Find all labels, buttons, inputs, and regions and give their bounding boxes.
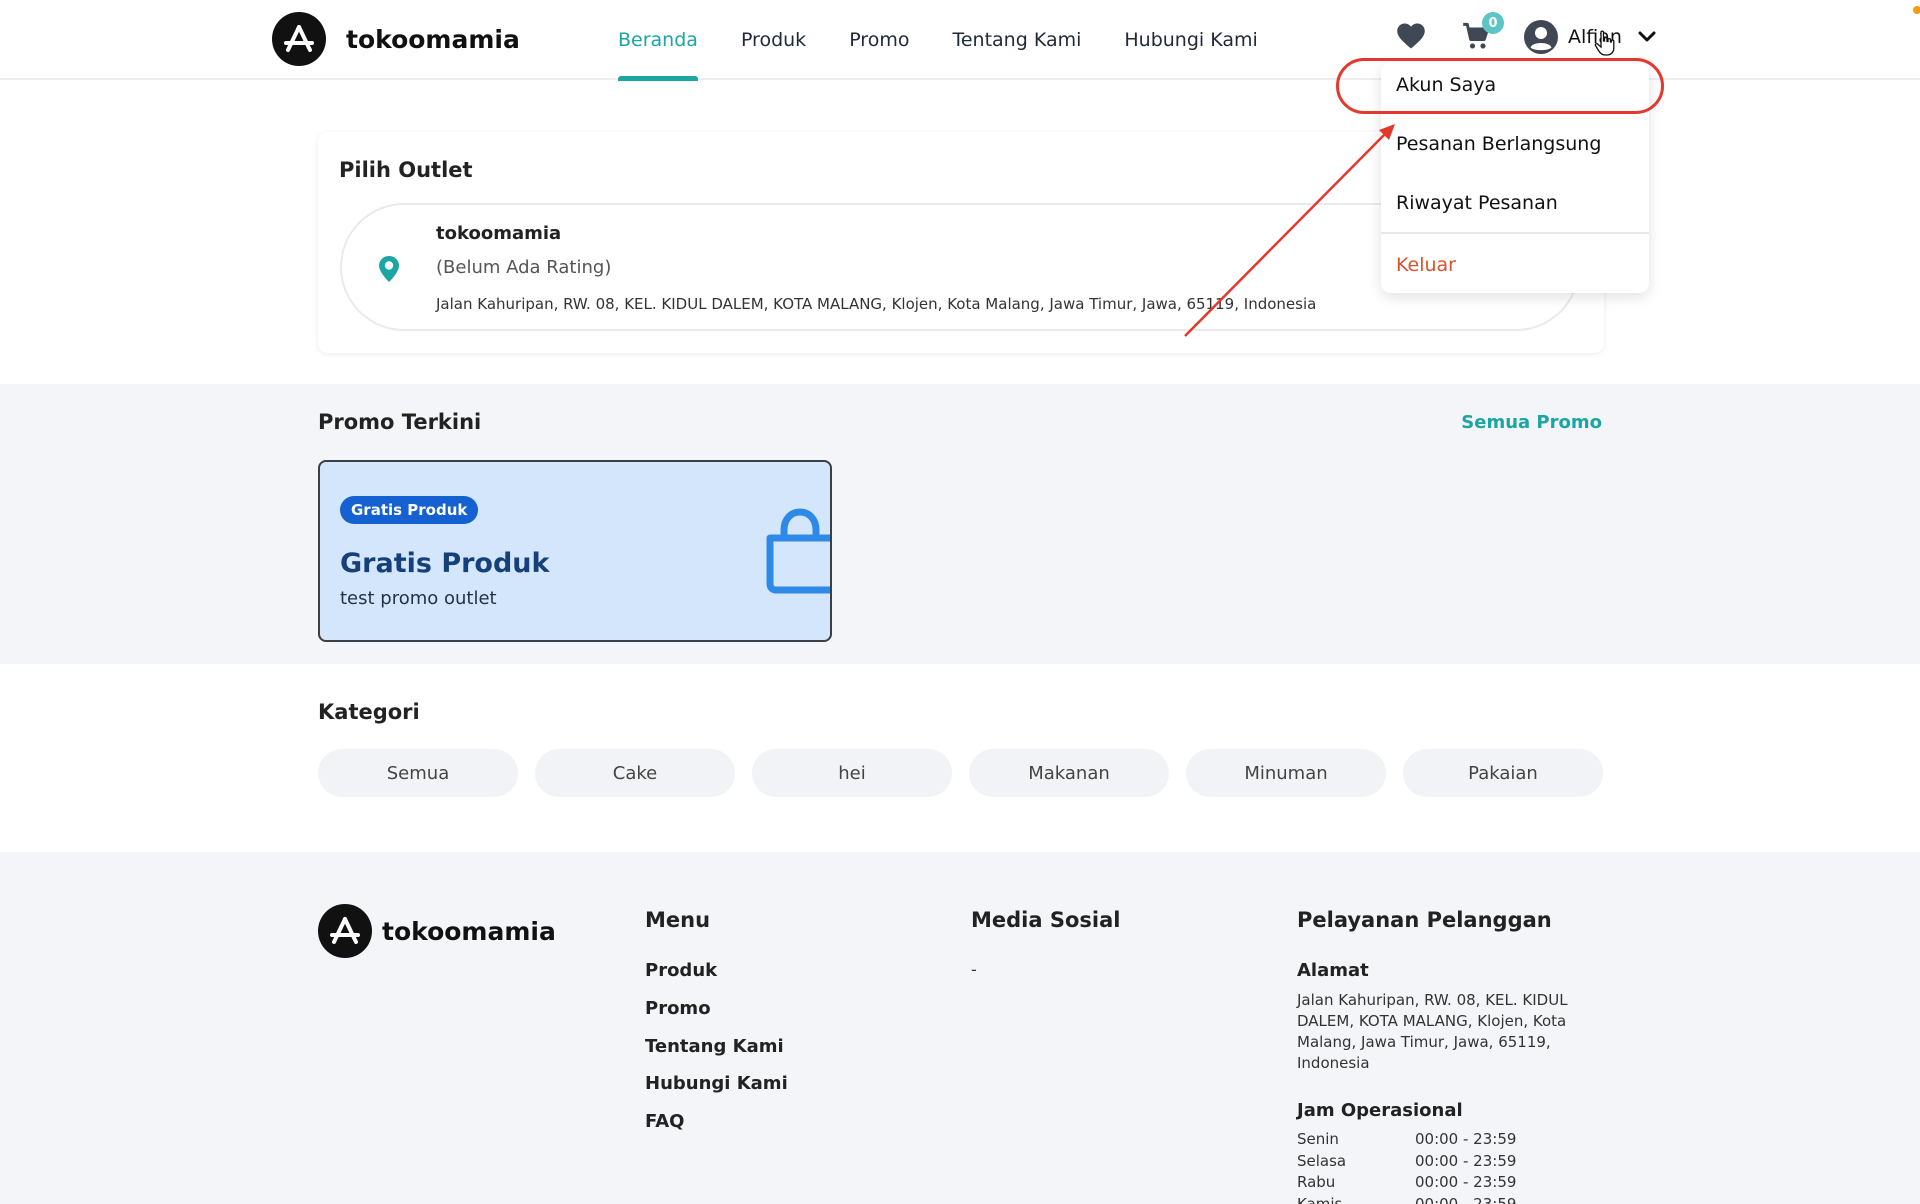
user-avatar-icon <box>1524 20 1558 54</box>
menu-item-riwayat-pesanan[interactable]: Riwayat Pesanan <box>1396 192 1558 214</box>
nav-promo[interactable]: Promo <box>849 0 909 80</box>
footer-link-hubungi-kami[interactable]: Hubungi Kami <box>645 1073 788 1094</box>
hours-row: Selasa 00:00 - 23:59 <box>1297 1152 1516 1174</box>
category-chip-cake[interactable]: Cake <box>535 749 735 797</box>
footer-address-label: Alamat <box>1297 960 1369 981</box>
promo-section: Promo Terkini Semua Promo Gratis Produk … <box>0 384 1920 664</box>
brand-logo-link[interactable]: tokoomamia <box>272 12 520 66</box>
footer-service-title: Pelayanan Pelanggan <box>1297 908 1552 932</box>
see-all-promo-link[interactable]: Semua Promo <box>1461 412 1602 433</box>
menu-divider <box>1381 232 1649 234</box>
footer-link-tentang-kami[interactable]: Tentang Kami <box>645 1036 784 1057</box>
hours-day: Selasa <box>1297 1151 1347 1170</box>
menu-item-keluar[interactable]: Keluar <box>1396 254 1456 276</box>
footer-link-faq[interactable]: FAQ <box>645 1111 684 1132</box>
shopping-bag-icon <box>760 506 830 600</box>
hours-time: 00:00 - 23:59 <box>1415 1130 1517 1148</box>
outlet-name: tokoomamia <box>436 223 562 244</box>
outlet-section-title: Pilih Outlet <box>339 158 473 182</box>
footer-social-value: - <box>971 960 977 979</box>
promo-description: test promo outlet <box>340 588 497 609</box>
app-logo-icon <box>272 12 326 66</box>
nav-hubungi-kami[interactable]: Hubungi Kami <box>1124 0 1257 80</box>
promo-type-badge: Gratis Produk <box>340 496 479 524</box>
hours-time: 00:00 - 23:59 <box>1415 1151 1517 1170</box>
category-chip-hei[interactable]: hei <box>752 749 952 797</box>
main-nav: Beranda Produk Promo Tentang Kami Hubung… <box>618 0 1258 81</box>
promo-section-title: Promo Terkini <box>318 410 482 434</box>
category-section-title: Kategori <box>318 700 420 724</box>
footer-hours-label: Jam Operasional <box>1297 1100 1463 1121</box>
brand-name: tokoomamia <box>346 24 520 54</box>
outlet-address: Jalan Kahuripan, RW. 08, KEL. KIDUL DALE… <box>436 295 1317 313</box>
footer-hours-table: Senin 00:00 - 23:59 Selasa 00:00 - 23:59… <box>1297 1130 1516 1204</box>
hours-time: 00:00 - 23:59 <box>1415 1173 1517 1191</box>
nav-tentang-kami[interactable]: Tentang Kami <box>952 0 1081 80</box>
footer: tokoomamia Menu Produk Promo Tentang Kam… <box>0 852 1920 1204</box>
outlet-rating: (Belum Ada Rating) <box>436 257 612 278</box>
nav-beranda[interactable]: Beranda <box>618 0 698 81</box>
hours-row: Senin 00:00 - 23:59 <box>1297 1130 1516 1152</box>
location-pin-icon <box>378 255 400 287</box>
promo-name: Gratis Produk <box>340 548 550 579</box>
hours-row: Rabu 00:00 - 23:59 <box>1297 1173 1516 1195</box>
footer-logo-icon <box>318 904 372 958</box>
nav-produk[interactable]: Produk <box>741 0 806 80</box>
annotation-highlight-oval <box>1336 58 1664 114</box>
promo-card[interactable]: Gratis Produk Gratis Produk test promo o… <box>318 460 832 642</box>
chevron-down-icon <box>1638 31 1656 42</box>
hours-day: Rabu <box>1297 1173 1336 1191</box>
footer-link-produk[interactable]: Produk <box>645 960 717 981</box>
category-chip-pakaian[interactable]: Pakaian <box>1403 749 1603 797</box>
footer-brand[interactable]: tokoomamia <box>318 904 556 958</box>
footer-social-title: Media Sosial <box>971 908 1121 932</box>
wishlist-heart-icon[interactable] <box>1396 22 1426 54</box>
pointer-cursor-icon <box>1594 30 1615 56</box>
category-list: Semua Cake hei Makanan Minuman Pakaian <box>318 749 1603 797</box>
category-chip-minuman[interactable]: Minuman <box>1186 749 1386 797</box>
footer-address: Jalan Kahuripan, RW. 08, KEL. KIDUL DALE… <box>1297 991 1568 1072</box>
category-chip-makanan[interactable]: Makanan <box>969 749 1169 797</box>
footer-brand-name: tokoomamia <box>382 916 556 946</box>
cart-count-badge: 0 <box>1482 12 1504 34</box>
user-menu-toggle[interactable]: Alfian <box>1524 20 1656 54</box>
hours-time: 00:00 - 23:59 <box>1415 1194 1517 1204</box>
footer-menu-title: Menu <box>645 908 711 932</box>
footer-link-promo[interactable]: Promo <box>645 998 711 1019</box>
hours-day: Senin <box>1297 1130 1339 1148</box>
menu-item-pesanan-berlangsung[interactable]: Pesanan Berlangsung <box>1396 133 1601 155</box>
hours-day: Kamis <box>1297 1194 1343 1204</box>
notification-dot <box>1913 6 1920 14</box>
category-chip-semua[interactable]: Semua <box>318 749 518 797</box>
hours-row: Kamis 00:00 - 23:59 <box>1297 1195 1516 1204</box>
